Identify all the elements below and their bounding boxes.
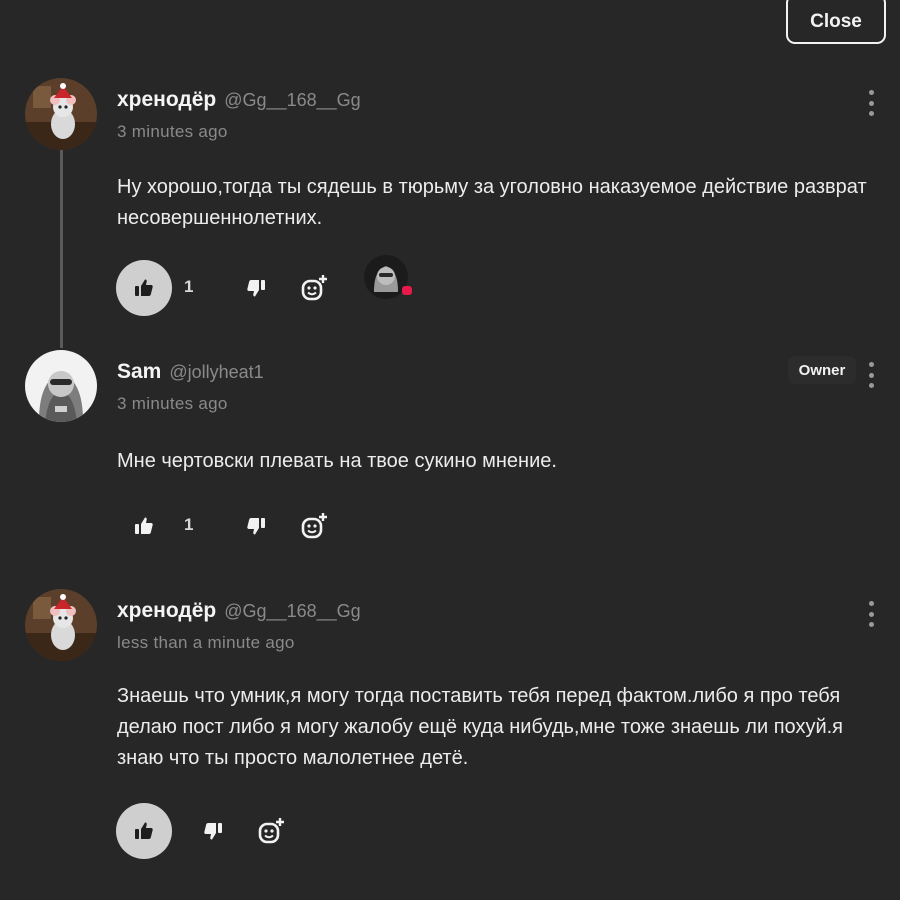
thumbs-down-icon	[247, 518, 265, 535]
comment-actions: 1	[0, 498, 900, 554]
add-reaction-button[interactable]	[301, 274, 329, 302]
hooded-figure-avatar-icon[interactable]	[25, 350, 97, 422]
comment-actions: 1	[0, 255, 900, 316]
like-button[interactable]	[116, 803, 172, 859]
thread-line	[60, 150, 63, 348]
rat-avatar-icon[interactable]	[25, 589, 97, 661]
author-name[interactable]: Sam	[117, 360, 161, 384]
author-handle[interactable]: @jollyheat1	[169, 362, 263, 383]
dislike-button[interactable]	[199, 817, 227, 845]
dislike-button[interactable]	[242, 274, 270, 302]
more-vertical-icon[interactable]	[862, 362, 880, 388]
add-reaction-icon	[258, 818, 284, 844]
like-button[interactable]	[116, 260, 172, 316]
add-reaction-button[interactable]	[301, 512, 329, 540]
thumbs-down-icon	[247, 280, 265, 297]
author-name[interactable]: хренодёр	[117, 88, 216, 112]
author-handle[interactable]: @Gg__168__Gg	[224, 90, 360, 111]
more-vertical-icon[interactable]	[862, 90, 880, 116]
comment-header: хренодёр @Gg__168__Gg	[117, 599, 361, 623]
comment-header: хренодёр @Gg__168__Gg	[117, 88, 361, 112]
reaction-avatar-icon[interactable]	[362, 252, 412, 302]
thumbs-up-icon	[135, 517, 153, 534]
comment-text: Ну хорошо,тогда ты сядешь в тюрьму за уг…	[117, 176, 867, 229]
comment-text: Мне чертовски плевать на твое сукино мне…	[117, 450, 557, 472]
timestamp: 3 minutes ago	[117, 394, 228, 413]
timestamp: less than a minute ago	[117, 633, 295, 652]
thumbs-down-icon	[204, 823, 222, 840]
close-button[interactable]: Close	[786, 0, 886, 44]
author-name[interactable]: хренодёр	[117, 599, 216, 623]
like-count: 1	[184, 277, 194, 296]
add-reaction-icon	[301, 275, 327, 301]
thumbs-up-icon	[135, 279, 153, 296]
comment-text: Знаешь что умник,я могу тогда поставить …	[117, 685, 843, 769]
dislike-button[interactable]	[242, 512, 270, 540]
comment-header: Sam @jollyheat1	[117, 360, 264, 384]
add-reaction-button[interactable]	[258, 817, 286, 845]
author-handle[interactable]: @Gg__168__Gg	[224, 601, 360, 622]
like-button[interactable]	[116, 498, 172, 554]
rat-avatar-icon[interactable]	[25, 78, 97, 150]
thumbs-up-icon	[135, 822, 153, 839]
more-vertical-icon[interactable]	[862, 601, 880, 627]
comment-actions	[0, 803, 900, 859]
like-count: 1	[184, 515, 194, 534]
timestamp: 3 minutes ago	[117, 122, 228, 141]
add-reaction-icon	[301, 513, 327, 539]
owner-badge: Owner	[788, 356, 856, 384]
